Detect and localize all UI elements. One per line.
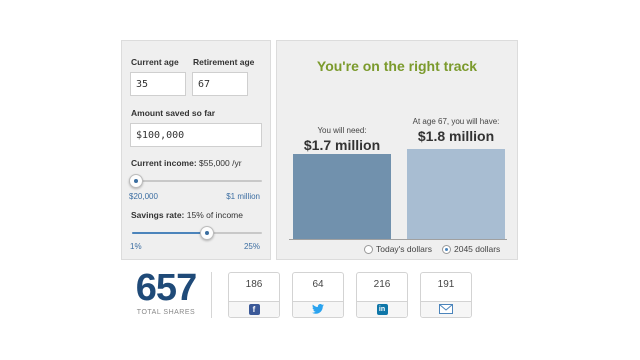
email-share[interactable]: 191 — [420, 272, 472, 318]
share-divider — [211, 272, 212, 318]
current-income-label: Current income: $55,000 /yr — [131, 158, 242, 168]
linkedin-share[interactable]: 216 in — [356, 272, 408, 318]
savings-slider-thumb[interactable] — [200, 226, 215, 240]
result-headline: You're on the right track — [316, 58, 478, 74]
facebook-icon: f — [248, 304, 260, 315]
need-caption: You will need: — [317, 126, 367, 135]
retirement-age-input[interactable]: 67 — [192, 72, 248, 96]
total-shares-label: TOTAL SHARES — [136, 309, 196, 316]
need-amount: $1.7 million — [303, 137, 381, 153]
twitter-icon — [312, 301, 324, 319]
twitter-share-button[interactable] — [293, 301, 343, 317]
email-icon — [439, 301, 453, 319]
todays-dollars-radio[interactable] — [364, 244, 373, 254]
have-caption: At age 67, you will have: — [412, 117, 500, 126]
retirement-result-panel: You're on the right track You will need:… — [276, 40, 518, 260]
current-income-value: $55,000 /yr — [199, 158, 242, 168]
twitter-share[interactable]: 64 — [292, 272, 344, 318]
total-shares-count: 657 — [135, 267, 197, 309]
savings-max-label: 25% — [243, 242, 260, 251]
retirement-input-panel: Current age Retirement age 35 67 Amount … — [121, 40, 271, 260]
linkedin-icon: in — [376, 304, 388, 315]
savings-rate-label-text: Savings rate: — [131, 210, 185, 220]
income-max-label: $1 million — [226, 192, 260, 201]
todays-dollars-label: Today's dollars — [376, 244, 432, 254]
have-bar — [407, 149, 505, 239]
facebook-share-button[interactable]: f — [229, 301, 279, 317]
current-income-label-text: Current income: — [131, 158, 197, 168]
current-age-input[interactable]: 35 — [130, 72, 186, 96]
future-dollars-label: 2045 dollars — [454, 244, 501, 254]
linkedin-share-count: 216 — [373, 279, 391, 290]
savings-slider[interactable] — [132, 232, 262, 234]
income-slider-thumb[interactable] — [128, 174, 143, 188]
have-amount: $1.8 million — [417, 128, 495, 144]
savings-min-label: 1% — [130, 242, 142, 251]
todays-dollars-option[interactable]: Today's dollars — [364, 244, 432, 254]
email-share-count: 191 — [437, 279, 455, 290]
future-dollars-radio[interactable] — [442, 244, 451, 254]
amount-saved-label: Amount saved so far — [131, 108, 216, 118]
facebook-share-count: 186 — [245, 279, 263, 290]
chart-baseline — [289, 239, 507, 240]
twitter-share-count: 64 — [312, 279, 324, 290]
email-share-button[interactable] — [421, 301, 471, 317]
linkedin-share-button[interactable]: in — [357, 301, 407, 317]
savings-slider-fill — [132, 232, 208, 234]
savings-rate-label: Savings rate: 15% of income — [131, 210, 243, 220]
facebook-share[interactable]: 186 f — [228, 272, 280, 318]
need-bar — [293, 154, 391, 239]
savings-rate-value: 15% of income — [186, 210, 243, 220]
retirement-age-label: Retirement age — [193, 57, 255, 67]
current-age-label: Current age — [131, 57, 179, 67]
income-min-label: $20,000 — [129, 192, 158, 201]
future-dollars-option[interactable]: 2045 dollars — [442, 244, 500, 254]
amount-saved-input[interactable]: $100,000 — [130, 123, 262, 147]
income-slider[interactable] — [132, 180, 262, 182]
